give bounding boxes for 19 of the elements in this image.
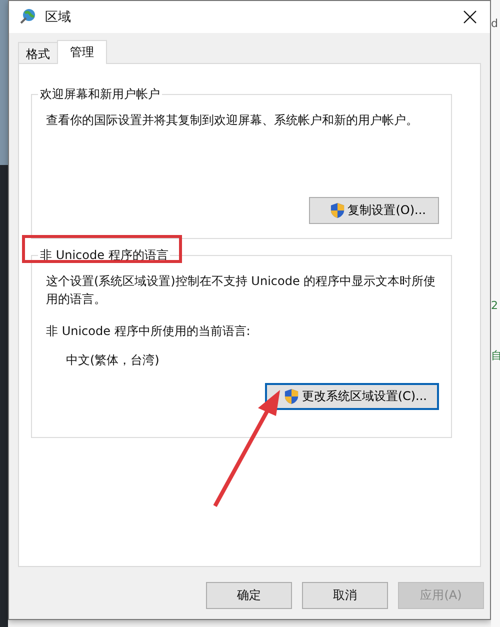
shield-icon <box>284 388 299 405</box>
settings-button[interactable]: 复制设置(O)... <box>308 197 439 224</box>
description-text: 查看你的国际设置并将其复制到欢迎屏幕、系统帐户和新的用户帐户。 <box>46 112 419 129</box>
background-text: 2 <box>491 300 498 312</box>
window-title: 区域 <box>45 9 72 26</box>
background-text: d <box>491 18 498 30</box>
description-text: 这个设置(系统区域设置)控制在不支持 Unicode 的程序中显示文本时所使用的语言。 <box>46 273 437 308</box>
current-language-value: 中文(繁体，台湾) <box>66 352 160 369</box>
current-language-label: 非 Unicode 程序中所使用的当前语言: <box>46 323 252 340</box>
dialog-button[interactable]: 取消 <box>302 582 388 609</box>
settings-button[interactable]: 更改系统区域设置(C)... <box>264 383 439 410</box>
dialog-button[interactable]: 确定 <box>206 582 292 609</box>
close-icon <box>463 10 477 24</box>
shield-icon <box>330 202 345 219</box>
tab[interactable]: 管理 <box>57 40 107 64</box>
globe-icon <box>19 8 37 26</box>
group-title: 欢迎屏幕和新用户帐户 <box>38 86 162 103</box>
background-text: 自 <box>491 350 500 362</box>
tab[interactable]: 格式 <box>18 42 58 63</box>
